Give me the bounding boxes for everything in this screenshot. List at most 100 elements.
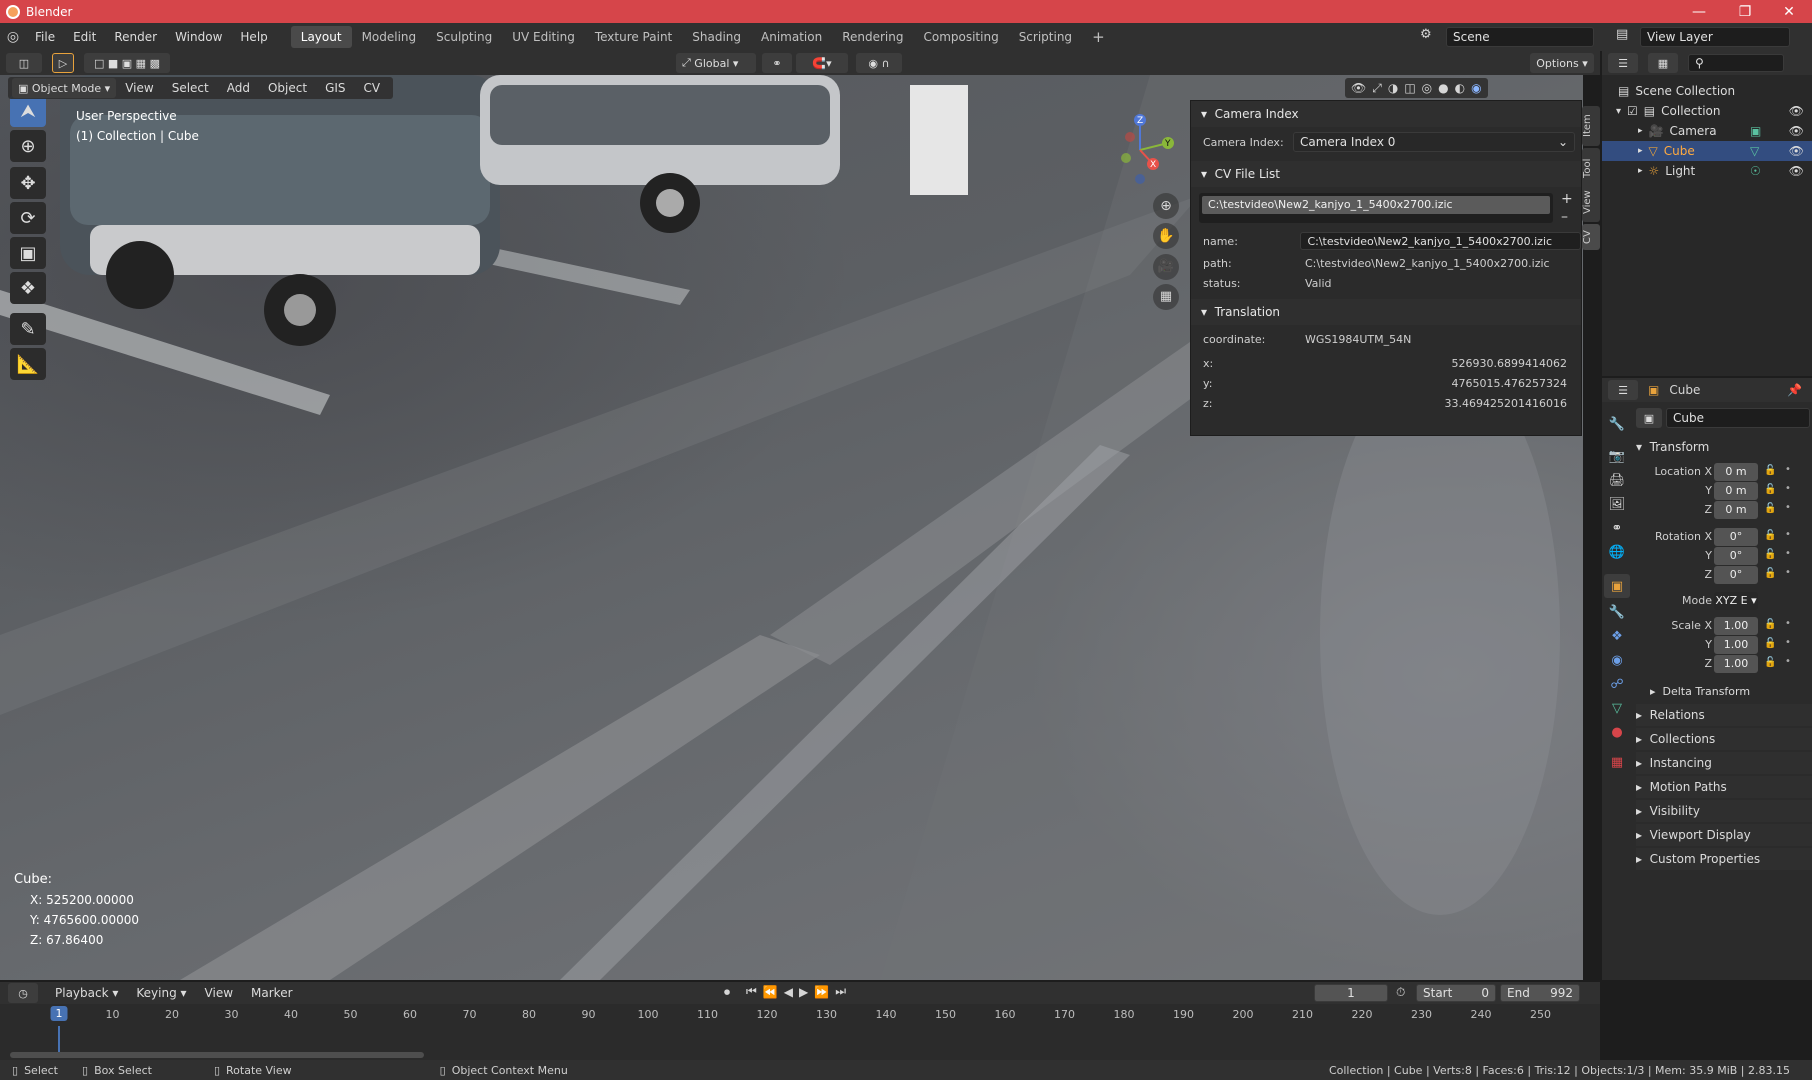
maximize-icon[interactable]: ❐	[1722, 0, 1768, 23]
keyframe-dot-icon[interactable]: •	[1785, 483, 1791, 494]
lock-icon[interactable]: 🔓	[1764, 638, 1776, 649]
tab-sculpting[interactable]: Sculpting	[426, 26, 502, 48]
motion-paths-panel[interactable]: ▸ Motion Paths	[1636, 776, 1812, 798]
rotation-y-field[interactable]: 0°	[1714, 547, 1758, 565]
object-mode-dropdown[interactable]: ▣ Object Mode ▾	[12, 78, 117, 98]
stopwatch-icon[interactable]: ⏱	[1396, 985, 1405, 1000]
jump-end-icon[interactable]: ⏭	[835, 984, 846, 999]
rotate-tool-icon[interactable]: ⟳	[10, 202, 46, 234]
record-icon[interactable]: ⏺	[724, 985, 730, 1000]
physics-properties-icon[interactable]: ◉	[1604, 648, 1630, 672]
cursor-tool-icon[interactable]: ⊕	[10, 130, 46, 162]
play-reverse-icon[interactable]: ◀	[784, 985, 793, 999]
proportional-edit-icon[interactable]: ◉ ∩	[856, 53, 902, 73]
tab-layout[interactable]: Layout	[290, 26, 352, 48]
viewport-menu-cv[interactable]: CV	[355, 81, 390, 95]
viewport-menu-object[interactable]: Object	[259, 81, 316, 95]
xray-icon[interactable]: ◫	[1404, 81, 1415, 95]
viewport-display-panel[interactable]: ▸ Viewport Display	[1636, 824, 1812, 846]
rotation-x-field[interactable]: 0°	[1714, 528, 1758, 546]
eye-icon[interactable]: 👁	[1789, 104, 1804, 118]
keyframe-dot-icon[interactable]: •	[1785, 656, 1791, 667]
keyframe-dot-icon[interactable]: •	[1785, 637, 1791, 648]
select-tool-icon[interactable]: ▷	[52, 53, 74, 73]
custom-properties-panel[interactable]: ▸ Custom Properties	[1636, 848, 1812, 870]
viewport-menu-add[interactable]: Add	[218, 81, 259, 95]
tab-animation[interactable]: Animation	[751, 26, 832, 48]
tool-properties-icon[interactable]: 🔧	[1604, 412, 1630, 436]
display-mode-icon[interactable]: ▦	[1648, 53, 1678, 73]
overlays-icon[interactable]: ◑	[1388, 81, 1398, 95]
object-name-field[interactable]: Cube	[1666, 408, 1810, 428]
scene-type-icon[interactable]: ⚙	[1420, 27, 1432, 42]
navigation-gizmo[interactable]: Z Y X	[1095, 110, 1185, 190]
tab-scripting[interactable]: Scripting	[1009, 26, 1082, 48]
gizmo-icon[interactable]: ⤢	[1372, 81, 1382, 96]
play-icon[interactable]: ▶	[799, 985, 808, 999]
blender-menu-icon[interactable]: ◎	[0, 29, 26, 45]
orientation-dropdown[interactable]: ⤢ Global ▾	[676, 53, 756, 73]
lock-icon[interactable]: 🔓	[1764, 465, 1776, 476]
add-workspace-icon[interactable]: +	[1082, 26, 1115, 48]
scene-properties-icon[interactable]: ⚭	[1604, 516, 1630, 540]
sidebar-tab-item[interactable]: Item	[1582, 106, 1600, 146]
view-layer-field[interactable]: View Layer	[1640, 27, 1790, 47]
eye-icon[interactable]: 👁	[1789, 144, 1804, 158]
solid-shading-icon[interactable]: ●	[1438, 81, 1448, 95]
close-icon[interactable]: ✕	[1766, 0, 1812, 23]
object-datablock-icon[interactable]: ▣	[1636, 408, 1662, 428]
transform-tool-icon[interactable]: ❖	[10, 272, 46, 304]
timeline-menu-keying[interactable]: Keying ▾	[127, 986, 195, 1000]
timeline-editor-icon[interactable]: ◷	[8, 983, 38, 1003]
rotation-z-field[interactable]: 0°	[1714, 566, 1758, 584]
eye-icon[interactable]: 👁	[1789, 164, 1804, 178]
lock-icon[interactable]: 🔓	[1764, 503, 1776, 514]
camera-index-section[interactable]: ▾ Camera Index	[1191, 101, 1581, 127]
sidebar-tab-view[interactable]: View	[1582, 182, 1600, 222]
collections-panel[interactable]: ▸ Collections	[1636, 728, 1812, 750]
viewport-menu-view[interactable]: View	[116, 81, 162, 95]
menu-file[interactable]: File	[26, 30, 64, 44]
view-layer-icon[interactable]: ▤	[1616, 27, 1628, 42]
texture-properties-icon[interactable]: ▦	[1604, 750, 1630, 774]
name-field[interactable]: C:\testvideo\New2_kanjyo_1_5400x2700.izi…	[1300, 232, 1581, 250]
relations-panel[interactable]: ▸ Relations	[1636, 704, 1812, 726]
keyframe-dot-icon[interactable]: •	[1785, 529, 1791, 540]
current-frame-field[interactable]: 1	[1314, 984, 1388, 1002]
tab-shading[interactable]: Shading	[682, 26, 751, 48]
end-frame-field[interactable]: End 992	[1500, 984, 1580, 1002]
measure-tool-icon[interactable]: 📐	[10, 348, 46, 380]
jump-start-icon[interactable]: ⏮	[746, 984, 757, 999]
menu-edit[interactable]: Edit	[64, 30, 105, 44]
outliner-item-light[interactable]: ▸ ☼ Light ☉ 👁	[1602, 161, 1812, 181]
tab-rendering[interactable]: Rendering	[832, 26, 913, 48]
annotate-tool-icon[interactable]: ✎	[10, 313, 46, 345]
constraints-properties-icon[interactable]: ☍	[1604, 672, 1630, 696]
rotation-mode-dropdown[interactable]: XYZ E ▾	[1714, 592, 1758, 610]
keyframe-dot-icon[interactable]: •	[1785, 464, 1791, 475]
camera-index-dropdown[interactable]: Camera Index 0 ⌄	[1293, 132, 1575, 152]
world-properties-icon[interactable]: 🌐	[1604, 540, 1630, 564]
outliner-item-cube[interactable]: ▸ ▽ Cube ▽ 👁	[1602, 141, 1812, 161]
add-file-icon[interactable]: +	[1561, 191, 1573, 207]
pan-hand-icon[interactable]: ✋	[1153, 223, 1179, 249]
material-shading-icon[interactable]: ◐	[1455, 81, 1465, 95]
rendered-shading-icon[interactable]: ◉	[1471, 81, 1481, 95]
timeline-menu-view[interactable]: View	[196, 986, 242, 1000]
render-properties-icon[interactable]: 📷	[1604, 444, 1630, 468]
tab-uv-editing[interactable]: UV Editing	[502, 26, 585, 48]
lock-icon[interactable]: 🔓	[1764, 484, 1776, 495]
data-properties-icon[interactable]: ▽	[1604, 696, 1630, 720]
ortho-grid-icon[interactable]: ▦	[1153, 284, 1179, 310]
options-button[interactable]: Options ▾	[1530, 53, 1594, 73]
instancing-panel[interactable]: ▸ Instancing	[1636, 752, 1812, 774]
collection-row[interactable]: ▾ ☑ ▤ Collection 👁	[1602, 101, 1812, 121]
remove-file-icon[interactable]: –	[1561, 209, 1568, 225]
location-z-field[interactable]: 0 m	[1714, 501, 1758, 519]
material-properties-icon[interactable]: ●	[1604, 720, 1630, 744]
eye-icon[interactable]: 👁	[1789, 124, 1804, 138]
move-tool-icon[interactable]: ✥	[10, 167, 46, 199]
lock-icon[interactable]: 🔓	[1764, 657, 1776, 668]
lock-icon[interactable]: 🔓	[1764, 549, 1776, 560]
camera-view-icon[interactable]: 🎥	[1153, 254, 1179, 280]
